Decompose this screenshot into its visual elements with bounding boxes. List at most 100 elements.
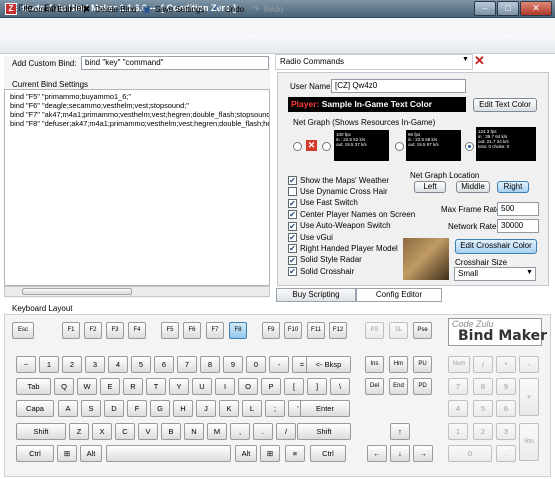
keyboard-key[interactable]: Alt xyxy=(80,445,102,462)
keyboard-key[interactable]: Capa xyxy=(16,400,54,417)
keyboard-key[interactable]: D xyxy=(104,400,124,417)
keyboard-key[interactable]: I xyxy=(215,378,235,395)
crosshair-size-select[interactable]: Small xyxy=(454,267,536,281)
keyboard-key[interactable]: F11 xyxy=(307,322,325,339)
keyboard-key[interactable]: X xyxy=(92,423,112,440)
keyboard-key[interactable]: G xyxy=(150,400,170,417)
maximize-button[interactable]: □ xyxy=(497,1,519,16)
chevron-down-icon[interactable]: ▼ xyxy=(526,269,533,276)
keyboard-key[interactable]: Tab xyxy=(16,378,51,395)
keyboard-key[interactable]: Ctrl xyxy=(310,445,346,462)
keyboard-key[interactable]: ← xyxy=(367,445,387,462)
keyboard-key[interactable]: 6 xyxy=(154,356,174,373)
keyboard-key[interactable]: O xyxy=(238,378,258,395)
keyboard-key[interactable]: 8 xyxy=(473,378,493,395)
keyboard-key[interactable]: 9 xyxy=(223,356,243,373)
keyboard-key[interactable]: C xyxy=(115,423,135,440)
netgraph-option-3[interactable] xyxy=(465,142,474,151)
keyboard-key[interactable]: 0 xyxy=(448,445,492,462)
keyboard-key[interactable]: 5 xyxy=(131,356,151,373)
keyboard-key[interactable]: ⊞ xyxy=(260,445,280,462)
close-button[interactable]: ✕ xyxy=(520,1,552,16)
keyboard-key[interactable]: Ins xyxy=(365,356,384,373)
checkbox[interactable]: ✔ xyxy=(288,198,297,208)
keyboard-key[interactable]: K xyxy=(219,400,239,417)
keyboard-key[interactable]: F8 xyxy=(229,322,247,339)
keyboard-key[interactable]: Hm xyxy=(389,356,408,373)
max-frame-input[interactable]: 500 xyxy=(497,202,539,216)
keyboard-key[interactable]: Del xyxy=(365,378,384,395)
keyboard-key[interactable]: 2 xyxy=(62,356,82,373)
keyboard-key[interactable]: J xyxy=(196,400,216,417)
keyboard-key[interactable]: * xyxy=(496,356,516,373)
keyboard-key[interactable]: 6 xyxy=(496,400,516,417)
keyboard-key[interactable]: 2 xyxy=(473,423,493,440)
keyboard-key[interactable]: End xyxy=(389,378,408,395)
keyboard-key[interactable]: F10 xyxy=(284,322,302,339)
keyboard-key[interactable]: Ctrl xyxy=(16,445,54,462)
keyboard-key[interactable]: Num xyxy=(448,356,470,373)
keyboard-key[interactable]: F1 xyxy=(62,322,80,339)
keyboard-key[interactable]: SL xyxy=(389,322,408,339)
checkbox[interactable]: ✔ xyxy=(288,233,297,242)
close-radio-icon[interactable]: ✕ xyxy=(474,53,485,69)
keyboard-key[interactable]: Q xyxy=(54,378,74,395)
keyboard-key[interactable]: [ xyxy=(284,378,304,395)
keyboard-key[interactable]: 3 xyxy=(85,356,105,373)
commit-edit-button[interactable]: ☰ Commit Edit xyxy=(14,4,71,15)
keyboard-key[interactable]: Y xyxy=(169,378,189,395)
checkbox[interactable]: ✔ xyxy=(288,255,297,265)
keyboard-key[interactable]: L xyxy=(242,400,262,417)
edit-crosshair-color-button[interactable]: Edit Crosshair Color xyxy=(455,239,537,254)
keyboard-key[interactable]: Esc xyxy=(12,322,34,339)
keyboard-key[interactable]: F2 xyxy=(84,322,102,339)
network-rate-input[interactable]: 30000 xyxy=(497,219,539,233)
keyboard-key[interactable]: → xyxy=(413,445,433,462)
keyboard-key[interactable]: U xyxy=(192,378,212,395)
keyboard-key[interactable]: ↓ xyxy=(390,445,410,462)
keyboard-key[interactable]: N xyxy=(184,423,204,440)
keyboard-key[interactable]: E xyxy=(100,378,120,395)
keyboard-key[interactable]: ] xyxy=(307,378,327,395)
keyboard-key[interactable]: F7 xyxy=(206,322,224,339)
keyboard-key[interactable]: Alt xyxy=(235,445,257,462)
netgraph-option-off[interactable] xyxy=(293,142,302,151)
edit-text-color-button[interactable]: Edit Text Color xyxy=(473,98,537,112)
key-space[interactable] xyxy=(106,445,231,462)
keyboard-key[interactable]: . xyxy=(496,445,516,462)
keyboard-key[interactable]: + xyxy=(519,378,539,416)
keyboard-key[interactable]: 1 xyxy=(39,356,59,373)
keyboard-key[interactable]: 7 xyxy=(177,356,197,373)
keyboard-key[interactable]: Z xyxy=(69,423,89,440)
redo-button[interactable]: ↷ Redo xyxy=(250,4,283,15)
keyboard-key[interactable]: F4 xyxy=(128,322,146,339)
netgraph-option-2[interactable] xyxy=(395,142,404,151)
keyboard-key[interactable]: ≡ xyxy=(285,445,305,462)
checkbox[interactable]: ✔ xyxy=(288,244,297,254)
keyboard-key[interactable]: 3 xyxy=(496,423,516,440)
keyboard-key[interactable]: M xyxy=(207,423,227,440)
keyboard-key[interactable]: F5 xyxy=(161,322,179,339)
keyboard-key[interactable]: 7 xyxy=(448,378,468,395)
tab-buy-scripting[interactable]: Buy Scripting xyxy=(276,288,356,302)
keyboard-key[interactable]: 9 xyxy=(496,378,516,395)
delete-bind-button[interactable]: ✖ Delete Bind xyxy=(81,4,137,15)
keyboard-key[interactable]: . xyxy=(253,423,273,440)
save-settings-button[interactable]: ▣ Save Settings xyxy=(141,4,204,15)
keyboard-key[interactable]: ; xyxy=(265,400,285,417)
keyboard-key[interactable]: B xyxy=(161,423,181,440)
keyboard-key[interactable]: F3 xyxy=(106,322,124,339)
checkbox[interactable]: ✔ xyxy=(288,267,297,277)
keyboard-key[interactable]: F xyxy=(127,400,147,417)
keyboard-key[interactable]: F12 xyxy=(329,322,347,339)
keyboard-key[interactable]: R xyxy=(123,378,143,395)
keyboard-key[interactable]: PD xyxy=(413,378,432,395)
keyboard-key[interactable]: S xyxy=(81,400,101,417)
scrollbar-thumb[interactable] xyxy=(22,288,132,295)
keyboard-key[interactable]: F9 xyxy=(262,322,280,339)
keyboard-key[interactable]: P xyxy=(261,378,281,395)
checkbox[interactable]: ✔ xyxy=(288,210,297,220)
keyboard-key[interactable]: 0 xyxy=(246,356,266,373)
keyboard-key[interactable]: F6 xyxy=(183,322,201,339)
checkbox[interactable]: ✔ xyxy=(288,176,297,185)
